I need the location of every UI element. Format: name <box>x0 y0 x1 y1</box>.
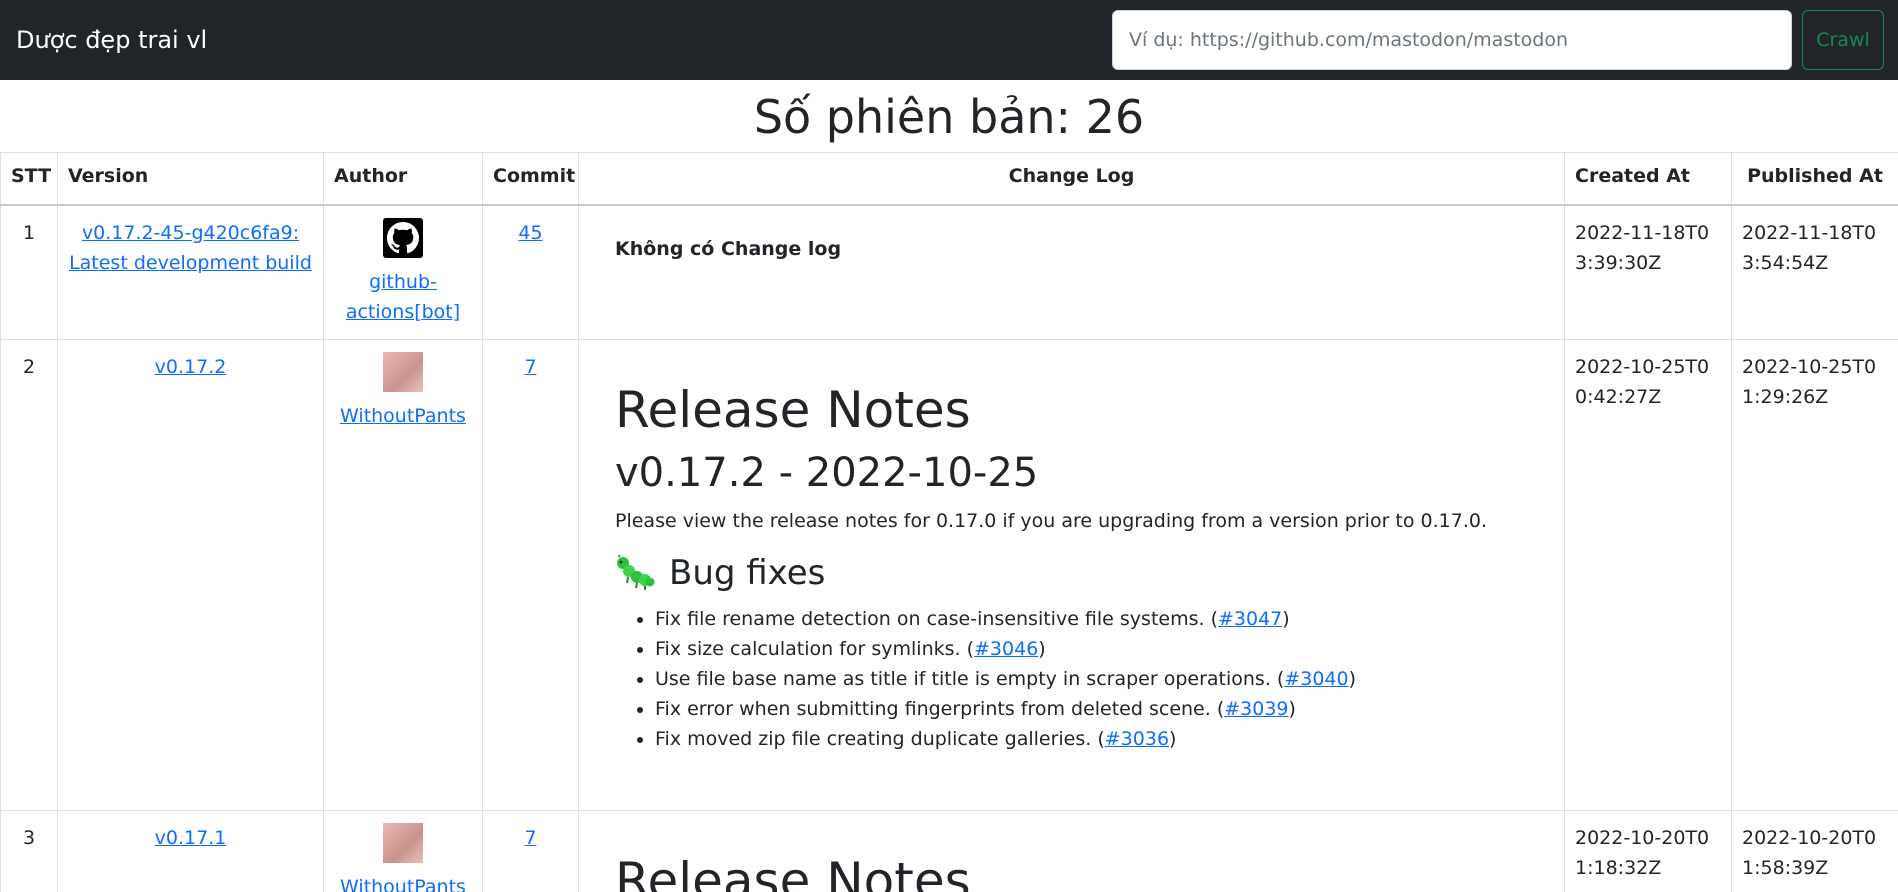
version-link[interactable]: v0.17.2-45-g420c6fa9: Latest development… <box>69 222 312 274</box>
release-notes-title: Release Notes <box>615 851 971 892</box>
list-item: Use file base name as title if title is … <box>655 664 1528 694</box>
changelog-cell: Release Notes v0.17.2 - 2022-10-25 Pleas… <box>578 338 1565 811</box>
commit-link[interactable]: 45 <box>518 222 542 244</box>
header-published-at: Published At <box>1731 152 1898 206</box>
version-cell: v0.17.2 <box>57 338 324 811</box>
list-item-text: Fix moved zip file creating duplicate ga… <box>655 727 1105 750</box>
created-at-cell: 2022-10-20T01:18:32Z <box>1564 809 1732 892</box>
top-navbar: Dược đẹp trai vl Crawl <box>0 0 1898 80</box>
header-changelog: Change Log <box>578 152 1565 206</box>
issue-link[interactable]: #3036 <box>1105 728 1169 750</box>
published-at-cell: 2022-11-18T03:54:54Z <box>1731 204 1898 340</box>
header-created-at: Created At <box>1564 152 1732 206</box>
brand-title[interactable]: Dược đẹp trai vl <box>16 26 207 54</box>
crawl-button[interactable]: Crawl <box>1802 10 1884 70</box>
list-item-suffix: ) <box>1348 667 1357 690</box>
avatar-icon <box>383 351 423 392</box>
crawl-form: Crawl <box>1112 10 1884 70</box>
header-stt: STT <box>0 152 58 206</box>
published-at-cell: 2022-10-25T01:29:26Z <box>1731 338 1898 811</box>
releases-table: STT Version Author Commit Change Log Cre… <box>0 152 1898 892</box>
release-notes-title: Release Notes <box>615 380 971 439</box>
author-cell: WithoutPants <box>323 338 483 811</box>
commit-link[interactable]: 7 <box>524 827 536 849</box>
author-link[interactable]: github-actions[bot] <box>346 271 460 323</box>
version-cell: v0.17.1 <box>57 809 324 892</box>
page-title: Số phiên bản: 26 <box>753 90 1145 144</box>
list-item-text: Fix file rename detection on case-insens… <box>655 607 1218 630</box>
author-cell: github-actions[bot] <box>323 204 483 340</box>
issue-link[interactable]: #3046 <box>974 638 1038 660</box>
commit-cell: 45 <box>482 204 579 340</box>
created-at-cell: 2022-11-18T03:39:30Z <box>1564 204 1732 340</box>
author-cell: WithoutPants <box>323 809 483 892</box>
header-author: Author <box>323 152 483 206</box>
changelog-cell: Không có Change log <box>578 204 1565 340</box>
repo-url-input[interactable] <box>1112 10 1792 70</box>
release-intro: Please view the release notes for 0.17.0… <box>615 509 1488 532</box>
created-at-cell: 2022-10-25T00:42:27Z <box>1564 338 1732 811</box>
version-cell: v0.17.2-45-g420c6fa9: Latest development… <box>57 204 324 340</box>
no-changelog-text: Không có Change log <box>615 237 842 260</box>
bug-fixes-heading: Bug fixes <box>615 550 1528 596</box>
github-logo-icon <box>383 217 423 258</box>
issue-link[interactable]: #3047 <box>1218 608 1282 630</box>
list-item-suffix: ) <box>1038 637 1046 660</box>
author-link[interactable]: WithoutPants <box>340 876 466 892</box>
version-link[interactable]: v0.17.2 <box>155 356 227 378</box>
list-item: Fix error when submitting fingerprints f… <box>655 694 1528 724</box>
issue-link[interactable]: #3039 <box>1224 698 1288 720</box>
list-item-suffix: ) <box>1169 727 1177 750</box>
avatar-icon <box>383 822 423 863</box>
header-version: Version <box>57 152 324 206</box>
row-stt: 3 <box>0 809 58 892</box>
commit-link[interactable]: 7 <box>524 356 536 378</box>
header-commit: Commit <box>482 152 579 206</box>
bug-fixes-list: Fix file rename detection on case-insens… <box>615 604 1528 754</box>
bug-fixes-title: Bug fixes <box>669 552 826 593</box>
table-row: 3 v0.17.1 WithoutPants 7 Release Notes 2… <box>0 809 1898 892</box>
row-stt: 1 <box>0 204 58 340</box>
release-version-heading: v0.17.2 - 2022-10-25 <box>615 449 1039 496</box>
published-at-cell: 2022-10-20T01:58:39Z <box>1731 809 1898 892</box>
list-item-text: Fix error when submitting fingerprints f… <box>655 697 1225 720</box>
author-link[interactable]: WithoutPants <box>340 405 466 427</box>
list-item-suffix: ) <box>1288 697 1296 720</box>
list-item: Fix file rename detection on case-insens… <box>655 604 1528 634</box>
commit-cell: 7 <box>482 809 579 892</box>
table-row: 2 v0.17.2 WithoutPants 7 Release Notes v… <box>0 338 1898 811</box>
list-item-suffix: ) <box>1282 607 1290 630</box>
changelog-cell: Release Notes <box>578 809 1565 892</box>
version-link[interactable]: v0.17.1 <box>155 827 227 849</box>
list-item: Fix size calculation for symlinks. (#304… <box>655 634 1528 664</box>
list-item-text: Fix size calculation for symlinks. ( <box>655 637 975 660</box>
issue-link[interactable]: #3040 <box>1284 668 1348 690</box>
commit-cell: 7 <box>482 338 579 811</box>
table-header-row: STT Version Author Commit Change Log Cre… <box>0 152 1898 206</box>
table-row: 1 v0.17.2-45-g420c6fa9: Latest developme… <box>0 204 1898 340</box>
list-item-text: Use file base name as title if title is … <box>655 667 1285 690</box>
list-item: Fix moved zip file creating duplicate ga… <box>655 724 1528 754</box>
row-stt: 2 <box>0 338 58 811</box>
caterpillar-bug-icon <box>615 552 655 591</box>
